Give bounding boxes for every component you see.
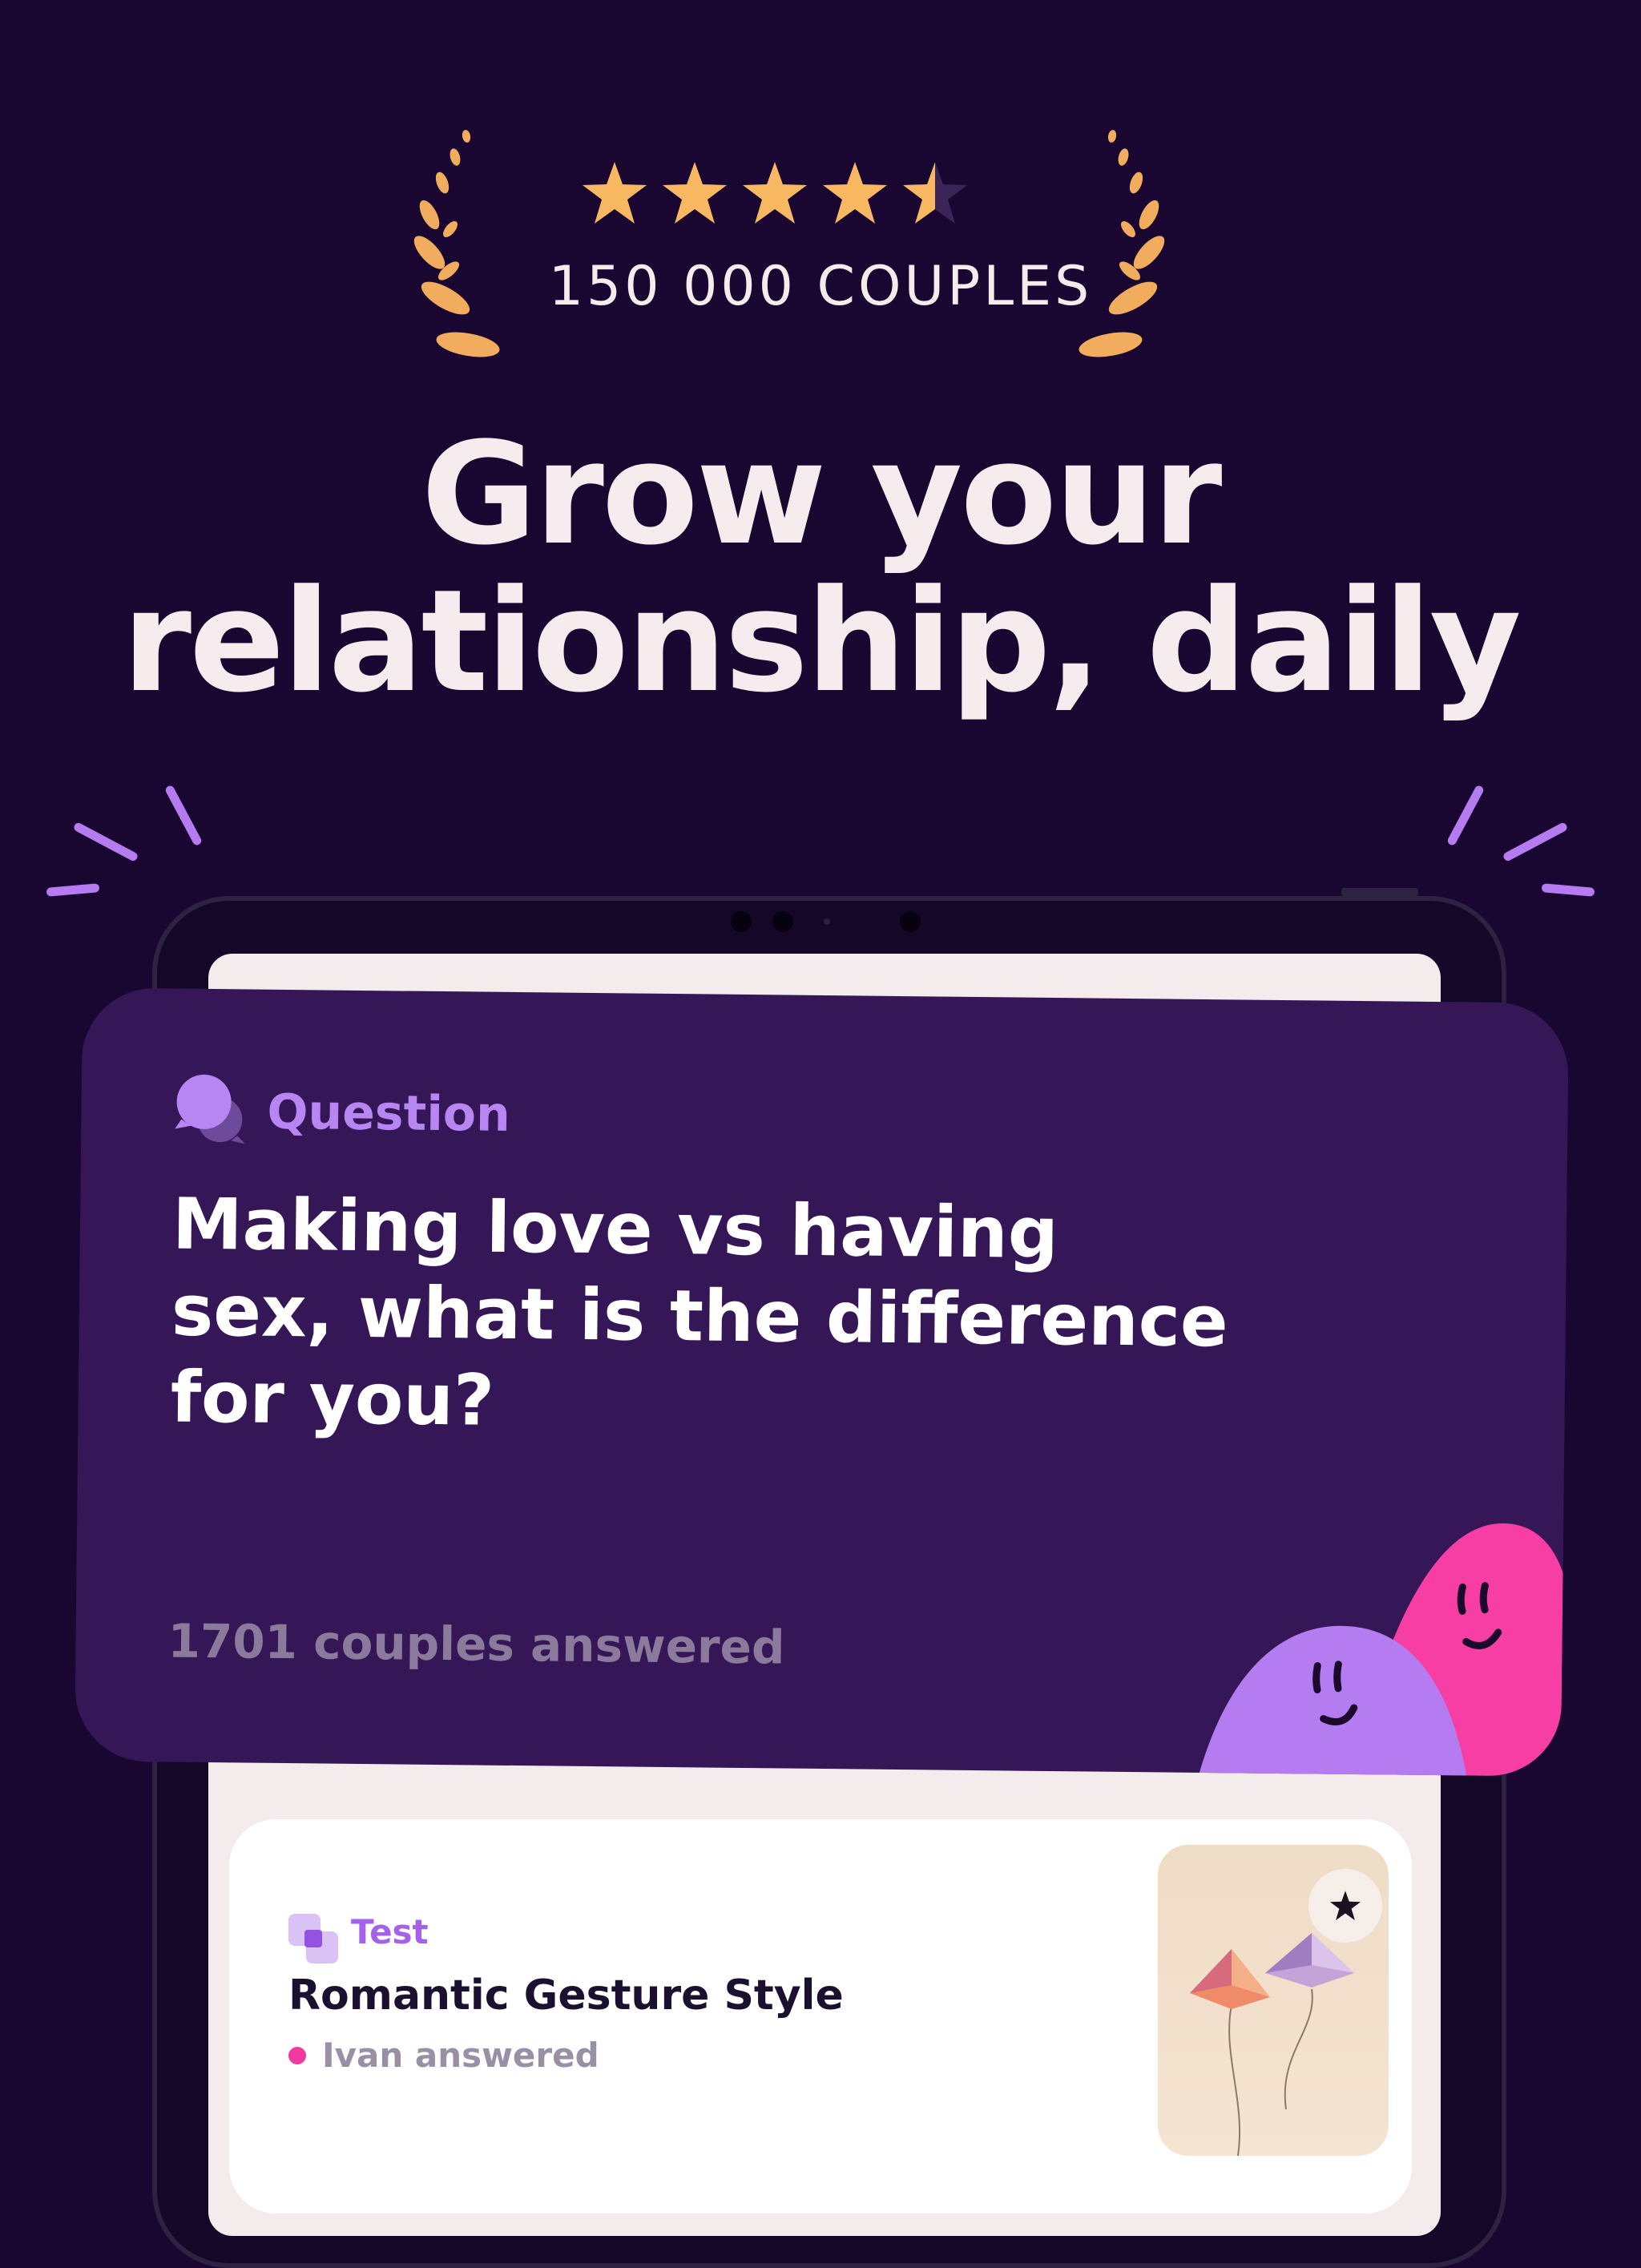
star-icon xyxy=(743,162,807,224)
answered-count: 1701 couples answered xyxy=(167,1613,785,1675)
test-status-text: Ivan answered xyxy=(322,2036,599,2075)
laurel-left-icon xyxy=(413,130,500,357)
camera-dot xyxy=(731,911,752,932)
couples-count: 150 000 COUPLES xyxy=(548,255,1093,318)
bookmark-star-button[interactable] xyxy=(1308,1869,1382,1943)
test-card[interactable]: Test Romantic Gesture Style Ivan answere… xyxy=(229,1819,1412,2214)
camera-sensor xyxy=(824,918,830,925)
spark-decoration xyxy=(72,821,139,863)
spark-decoration xyxy=(46,883,100,897)
status-dot xyxy=(288,2046,306,2064)
rating-stars xyxy=(583,162,967,224)
spark-decoration xyxy=(163,784,204,847)
page-title: Grow your relationship, daily xyxy=(0,421,1641,716)
star-icon xyxy=(583,162,647,224)
star-icon xyxy=(663,162,727,224)
spark-decoration xyxy=(1445,784,1486,847)
spark-decoration xyxy=(1541,883,1595,897)
laurel-right-icon xyxy=(1079,130,1165,357)
test-label: Test xyxy=(351,1912,429,1951)
test-title: Romantic Gesture Style xyxy=(288,1971,844,2020)
test-status: Ivan answered xyxy=(288,2036,599,2075)
device-side-button xyxy=(1341,888,1418,896)
test-square-icon xyxy=(288,1914,338,1963)
chat-bubbles-icon xyxy=(175,1074,246,1144)
couple-blobs-illustration xyxy=(1195,1523,1565,1777)
camera-dot xyxy=(900,911,921,932)
star-icon xyxy=(823,162,887,224)
question-label: Question xyxy=(267,1084,511,1143)
question-card[interactable]: Question Making love vs having sex, what… xyxy=(74,987,1570,1777)
camera-dot xyxy=(772,911,793,932)
headline-line-2: relationship, daily xyxy=(122,559,1522,724)
bookmark-star-icon xyxy=(1329,1891,1361,1921)
question-text: Making love vs having sex, what is the d… xyxy=(170,1182,1229,1442)
headline-line-1: Grow your xyxy=(421,412,1223,576)
star-icon xyxy=(903,162,935,224)
spark-decoration xyxy=(1502,821,1569,863)
